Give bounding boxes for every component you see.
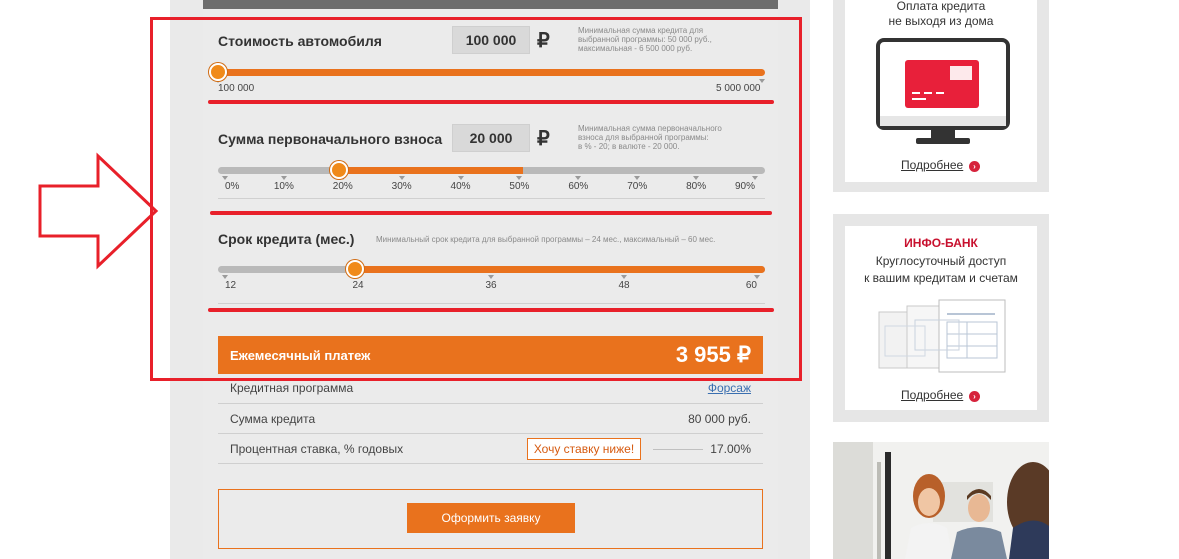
infobank-title: ИНФО-БАНК: [904, 236, 978, 250]
interest-rate-row: Процентная ставка, % годовых Хочу ставку…: [218, 434, 763, 464]
lower-rate-button[interactable]: Хочу ставку ниже!: [527, 438, 641, 460]
annotation-underline: [208, 100, 774, 104]
rate-divider: [653, 449, 703, 450]
card-payment-line2: не выходя из дома: [888, 14, 994, 28]
loan-sum-value: 80 000 руб.: [688, 412, 751, 426]
apply-button[interactable]: Оформить заявку: [407, 503, 575, 533]
credit-program-label: Кредитная программа: [230, 381, 354, 395]
infobank-line2: к вашим кредитам и счетам: [864, 271, 1018, 285]
sidebar-card-photo: [833, 442, 1049, 559]
monitor-card-icon: [876, 38, 1010, 144]
annotation-frame: [150, 17, 802, 381]
sidebar-card-infobank: ИНФО-БАНК Круглосуточный доступ к вашим …: [833, 214, 1049, 422]
people-photo: [833, 442, 1049, 559]
annotation-arrow-icon: [38, 152, 159, 270]
interest-rate-label: Процентная ставка, % годовых: [230, 442, 404, 456]
apply-section: Оформить заявку: [218, 489, 763, 549]
loan-sum-label: Сумма кредита: [230, 412, 316, 426]
infobank-line1: Круглосуточный доступ: [875, 254, 1007, 268]
credit-program-link[interactable]: Форсаж: [708, 381, 751, 395]
interest-rate-value: 17.00%: [710, 442, 751, 456]
annotation-underline: [210, 211, 772, 215]
sidebar-card-infobank-inner: ИНФО-БАНК Круглосуточный доступ к вашим …: [845, 226, 1037, 410]
calculator-top-bar: [203, 0, 778, 9]
chevron-right-icon[interactable]: ›: [969, 161, 980, 172]
sidebar-card-payment-inner: Оплата кредита не выходя из дома Подробн…: [845, 0, 1037, 182]
chevron-right-icon[interactable]: ›: [969, 391, 980, 402]
annotation-underline: [208, 308, 774, 312]
sidebar-card-payment: Оплата кредита не выходя из дома Подробн…: [833, 0, 1049, 192]
infobank-more-link[interactable]: Подробнее: [901, 388, 963, 402]
documents-icon: [878, 299, 1006, 373]
card-payment-more-link[interactable]: Подробнее: [901, 158, 963, 172]
loan-sum-row: Сумма кредита 80 000 руб.: [218, 404, 763, 434]
page: Стоимость автомобиля 100 000 ₽ Минимальн…: [0, 0, 1179, 559]
